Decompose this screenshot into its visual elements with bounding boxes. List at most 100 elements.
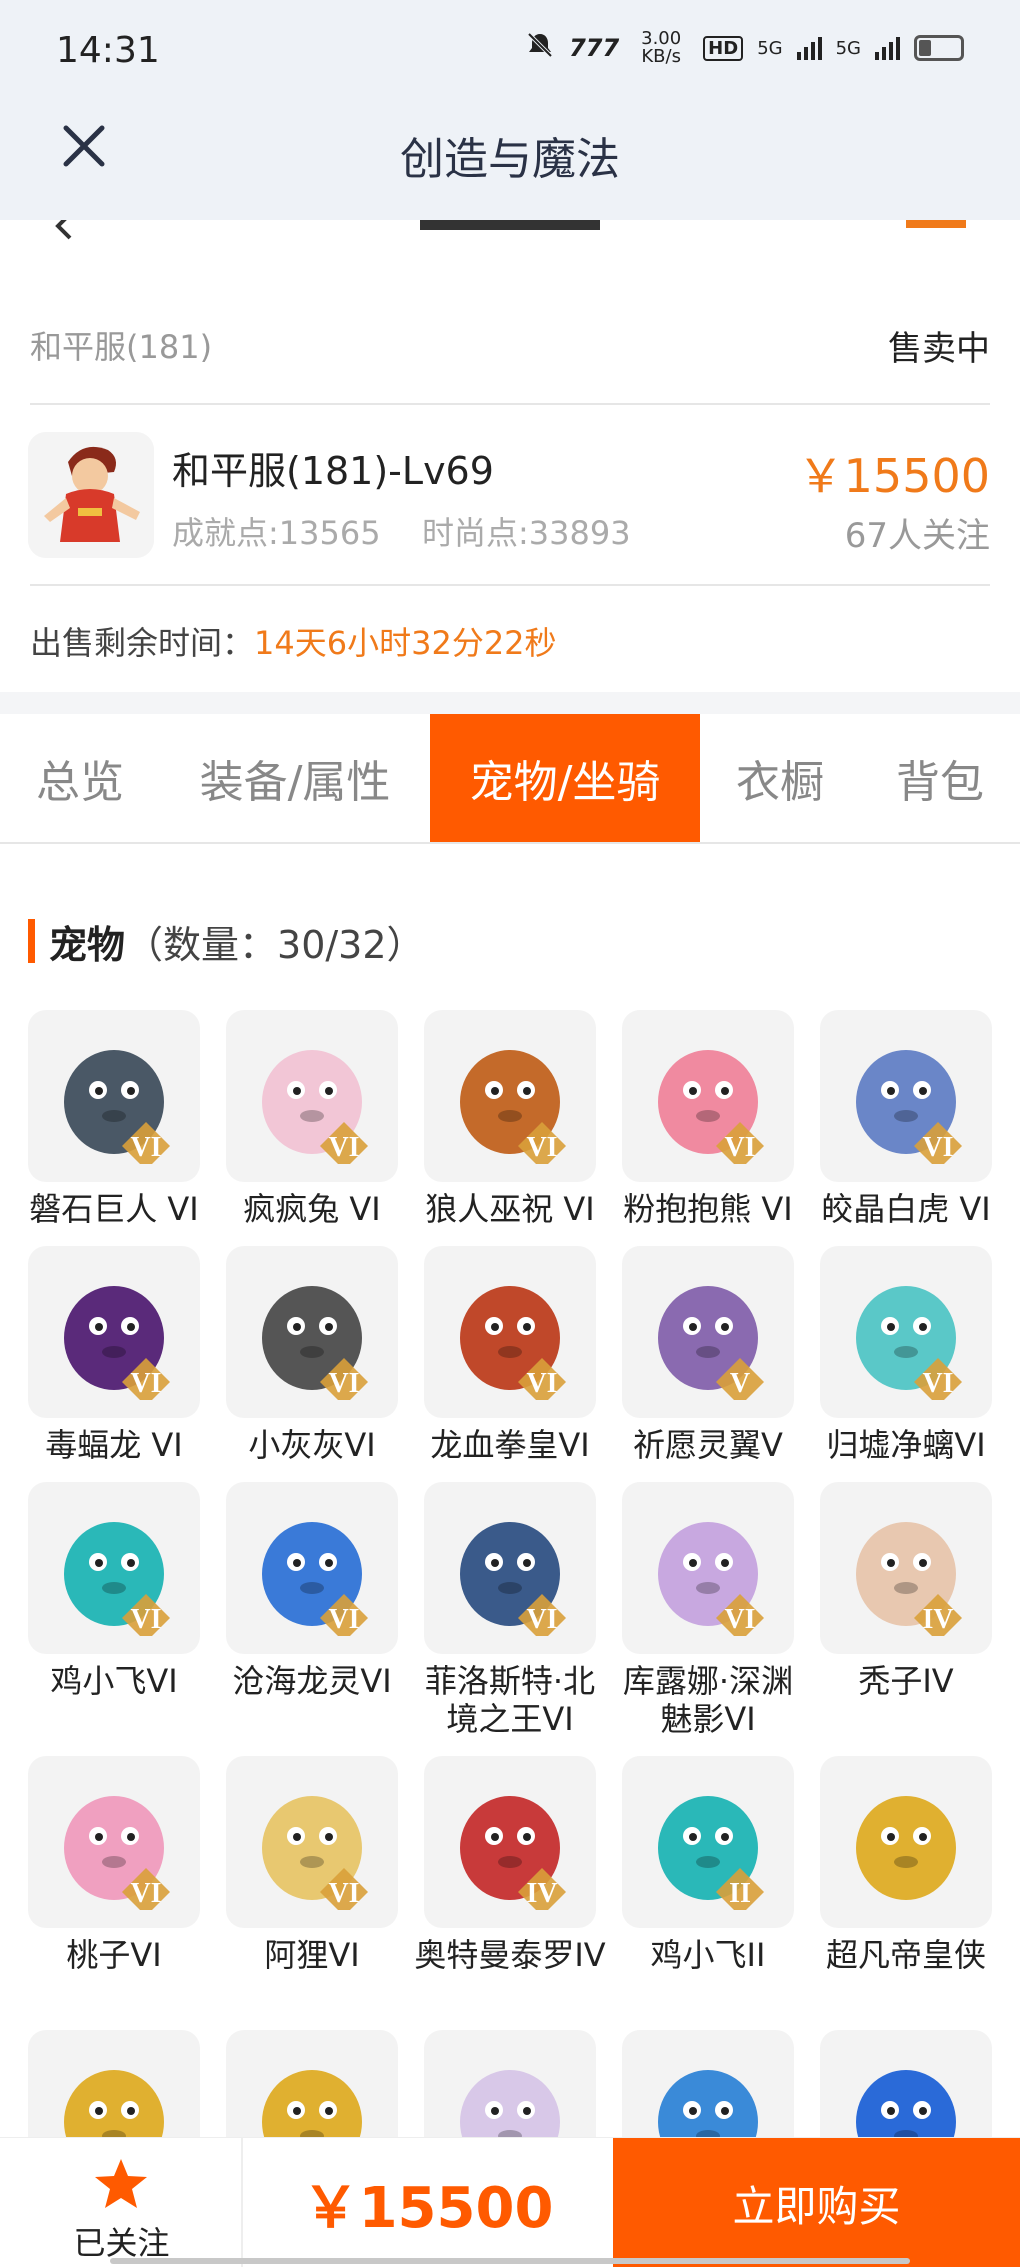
pet-name: 阿狸VI [264,1936,360,1974]
pet-thumbnail: IV [820,1482,992,1654]
pet-name: 皎晶白虎 VI [821,1190,991,1228]
pet-name: 奥特曼泰罗IV [414,1936,606,1974]
character-name: 和平服(181)-Lv69 [172,449,494,493]
pet-thumbnail: IV [424,1756,596,1928]
grade-badge: VI [328,1368,359,1399]
section-gap [0,692,1020,714]
pet-item[interactable]: IV 奥特曼泰罗IV [414,1756,606,1974]
bottom-action-bar: 已关注 ￥15500 立即购买 [0,2137,1020,2267]
pet-item[interactable]: VI 鸡小飞VI [28,1482,200,1700]
grade-badge: VI [526,1132,557,1163]
character-avatar[interactable] [28,432,154,558]
signal-icon-1 [796,36,822,60]
section-count: （数量：30/32） [125,922,425,967]
pet-name: 磐石巨人 VI [29,1190,199,1228]
pet-name: 祈愿灵翼V [633,1426,783,1464]
timer-label: 出售剩余时间： [30,624,255,662]
timer-value: 14天6小时32分22秒 [254,624,557,662]
pet-item[interactable]: IV 秃子IV [820,1482,992,1700]
tab-backpack[interactable]: 背包 [860,714,1020,842]
follower-count: 67人关注 [844,516,990,556]
pet-portrait-icon: VI [262,1050,368,1164]
pet-item[interactable]: VI 皎晶白虎 VI [820,1010,992,1228]
pet-item[interactable]: VI 桃子VI [28,1756,200,1974]
pet-name: 毒蝠龙 VI [45,1426,183,1464]
grade-badge: VI [130,1604,161,1635]
grade-badge: VI [130,1368,161,1399]
server-name: 和平服(181) [30,328,213,366]
pet-item[interactable]: VI 毒蝠龙 VI [28,1246,200,1464]
tab-wardrobe[interactable]: 衣橱 [700,714,860,842]
pet-portrait-icon: IV [460,1796,566,1910]
pet-thumbnail: VI [424,1482,596,1654]
pet-name: 库露娜·深渊魅影VI [622,1662,794,1738]
pet-portrait-icon: VI [64,1286,170,1400]
pet-thumbnail: VI [28,1756,200,1928]
pet-portrait-icon: VI [856,1286,962,1400]
character-price: ￥15500 [797,449,990,503]
pet-item[interactable]: VI 龙血拳皇VI [424,1246,596,1464]
tab-pets-mounts[interactable]: 宠物/坐骑 [430,714,700,842]
pet-name: 归墟净螭VI [826,1426,986,1464]
pet-name: 秃子IV [858,1662,954,1700]
pet-item[interactable]: VI 菲洛斯特·北境之王VI [424,1482,596,1738]
grade-badge: VI [724,1132,755,1163]
star-icon [95,2159,147,2208]
pet-item[interactable]: VI 疯疯兔 VI [226,1010,398,1228]
pet-thumbnail: VI [226,1482,398,1654]
pet-item[interactable]: V 祈愿灵翼V [622,1246,794,1464]
pet-item[interactable]: VI 粉抱抱熊 VI [622,1010,794,1228]
pet-portrait-icon: IV [856,1522,962,1636]
grade-badge: VI [526,1604,557,1635]
grade-badge: VI [328,1132,359,1163]
follow-button[interactable]: 已关注 [0,2138,243,2267]
grade-badge: IV [526,1878,557,1909]
pet-thumbnail: VI [28,1246,200,1418]
grade-badge: VI [922,1368,953,1399]
pet-item[interactable]: VI 沧海龙灵VI [226,1482,398,1700]
pet-name: 粉抱抱熊 VI [623,1190,793,1228]
grade-badge: VI [526,1368,557,1399]
grade-badge: V [730,1368,750,1399]
pet-name: 鸡小飞II [650,1936,766,1974]
pet-portrait-icon: VI [460,1050,566,1164]
pet-thumbnail: VI [226,1246,398,1418]
grade-badge: VI [724,1604,755,1635]
server-row: 和平服(181) 售卖中 [30,315,990,375]
pet-name: 桃子VI [66,1936,162,1974]
tab-equipment[interactable]: 装备/属性 [160,714,430,842]
home-indicator[interactable] [110,2258,910,2264]
grade-badge: VI [328,1878,359,1909]
battery-icon [914,35,964,61]
section-accent-bar [28,919,35,963]
status-time: 14:31 [56,30,160,71]
pet-thumbnail: VI [226,1010,398,1182]
status-bar: 14:31 777 3.00 KB/s HD 5G 5G [0,0,1020,105]
pet-portrait-icon: VI [460,1522,566,1636]
pet-item[interactable]: VI 归墟净螭VI [820,1246,992,1464]
pet-portrait-icon: VI [64,1796,170,1910]
pet-item[interactable]: VI 库露娜·深渊魅影VI [622,1482,794,1738]
pet-portrait-icon: VI [64,1522,170,1636]
section-name: 宠物 [49,922,126,967]
pet-item[interactable]: II 鸡小飞II [622,1756,794,1974]
buy-now-button[interactable]: 立即购买 [613,2138,1020,2267]
pet-thumbnail: VI [424,1246,596,1418]
pet-item[interactable]: VI 阿狸VI [226,1756,398,1974]
pet-portrait-icon: VI [658,1050,764,1164]
pet-thumbnail: VI [622,1482,794,1654]
pet-name: 菲洛斯特·北境之王VI [424,1662,596,1738]
grade-badge: VI [130,1878,161,1909]
pet-item[interactable]: 超凡帝皇侠 [820,1756,992,1974]
tab-bar: 总览 装备/属性 宠物/坐骑 衣橱 背包 [0,714,1020,844]
pet-portrait-icon: VI [262,1522,368,1636]
pet-item[interactable]: VI 狼人巫祝 VI [424,1010,596,1228]
nfc-icon: 777 [569,34,620,62]
pet-name: 沧海龙灵VI [232,1662,392,1700]
pet-name: 小灰灰VI [248,1426,376,1464]
grade-badge: VI [130,1132,161,1163]
tab-overview[interactable]: 总览 [0,714,160,842]
pet-name: 狼人巫祝 VI [425,1190,595,1228]
pet-item[interactable]: VI 小灰灰VI [226,1246,398,1464]
pet-item[interactable]: VI 磐石巨人 VI [28,1010,200,1228]
